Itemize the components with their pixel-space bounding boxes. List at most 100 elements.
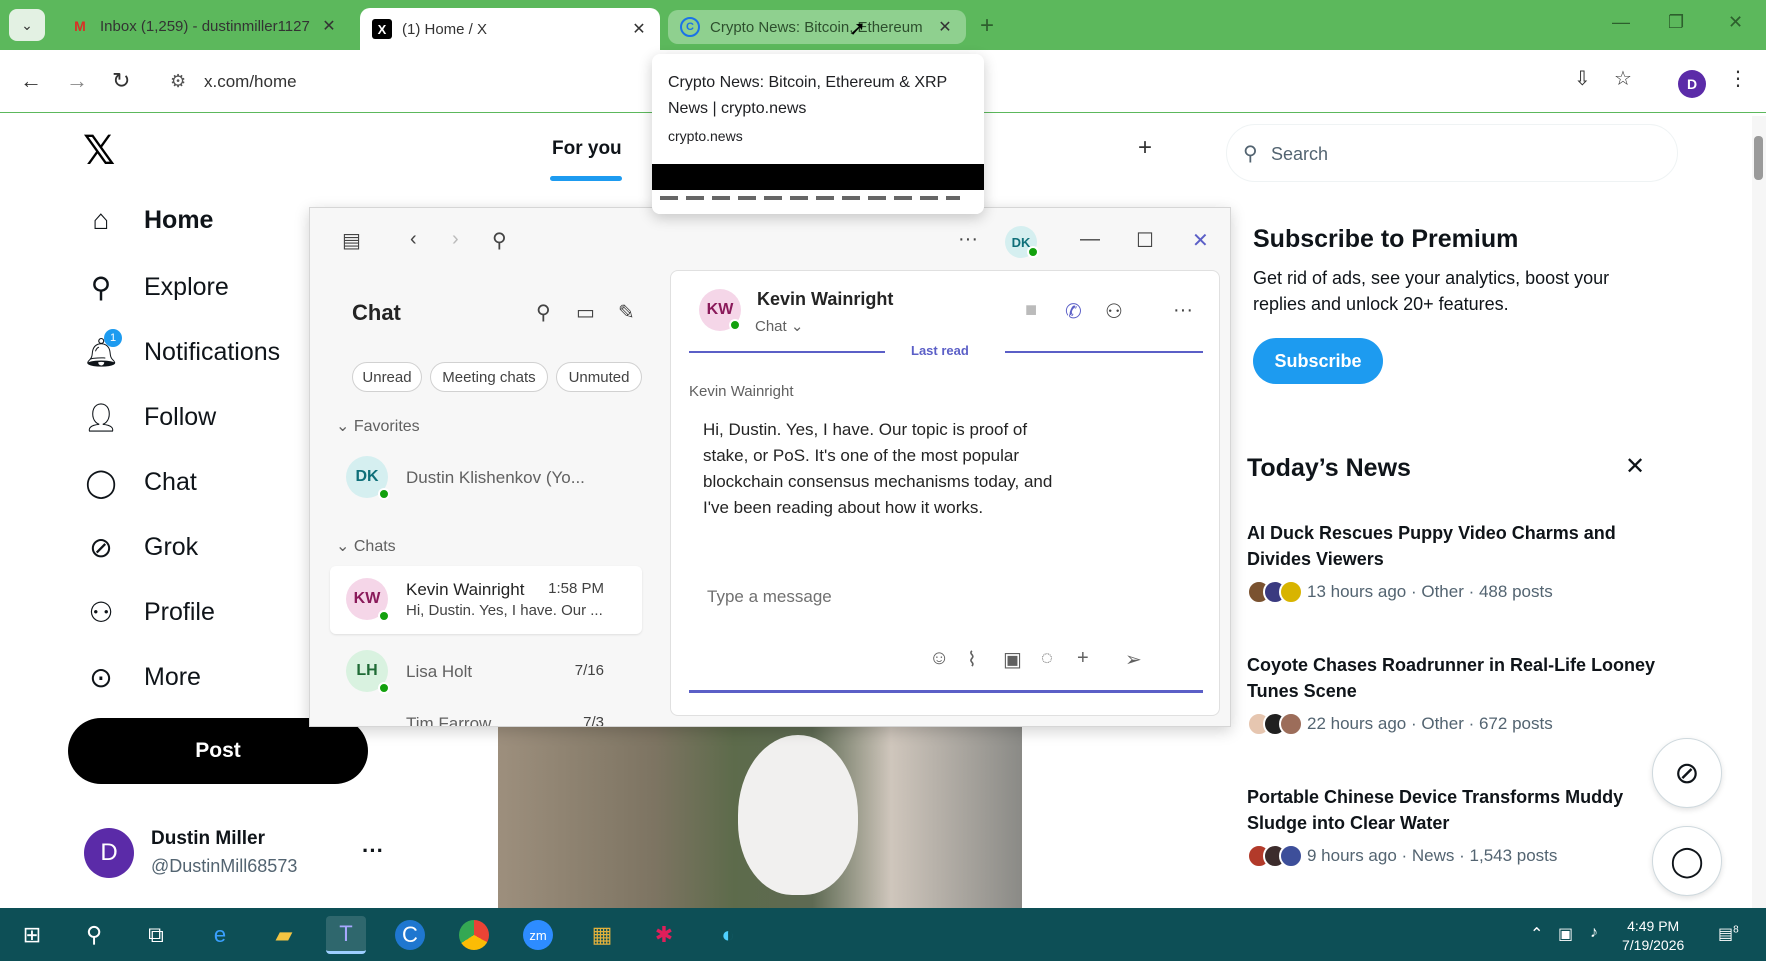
account-handle[interactable]: @DustinMill68573 [151,856,297,877]
forward-icon[interactable]: › [452,228,459,251]
tab-search-button[interactable]: ⌄ [9,9,45,41]
minimize-icon[interactable]: — [1080,228,1100,251]
chrome-icon[interactable] [454,916,494,954]
minimize-icon[interactable]: — [1612,12,1630,33]
close-news-icon[interactable]: ✕ [1625,452,1645,481]
nav-profile[interactable]: ⚇ Profile [84,595,214,629]
scrollbar-thumb[interactable] [1754,136,1763,180]
chats-section[interactable]: ⌄ Chats [336,536,396,556]
video-call-icon[interactable]: ■ [1025,299,1037,322]
url-text[interactable]: x.com/home [204,72,297,92]
add-people-icon[interactable]: ⚇ [1105,299,1123,324]
tray-chevron-icon[interactable]: ⌃ [1530,924,1543,944]
reload-icon[interactable]: ↻ [112,68,130,94]
news-item[interactable]: Coyote Chases Roadrunner in Real-Life Lo… [1247,652,1657,736]
search-chat-icon[interactable]: ⚲ [536,300,551,325]
chat-row-selected[interactable]: KW Kevin Wainright 1:58 PM Hi, Dustin. Y… [330,566,642,634]
c-app-icon[interactable]: C [390,916,430,954]
filter-unread[interactable]: Unread [352,362,422,392]
video-call-icon[interactable]: ▭ [576,300,595,325]
add-feed-icon[interactable]: + [1138,134,1152,162]
tab-x-home[interactable]: X (1) Home / X ✕ [360,8,660,50]
search-icon: ⚲ [1243,143,1258,165]
chat-row[interactable]: Tim Farrow 7/3 [330,708,642,726]
nav-explore[interactable]: ⚲ Explore [84,270,229,304]
browser-profile-avatar[interactable]: D [1678,70,1706,98]
page-scrollbar[interactable] [1752,116,1766,908]
conversation-tab-chat[interactable]: Chat ⌄ [755,317,803,335]
close-tab-icon[interactable]: ✕ [630,19,648,39]
add-icon[interactable]: + [1077,647,1089,670]
chat-row[interactable]: LH Lisa Holt 7/16 [330,638,642,706]
feed-post-image[interactable] [498,725,1022,910]
news-item[interactable]: AI Duck Rescues Puppy Video Charms and D… [1247,520,1657,604]
account-avatar[interactable]: D [84,828,134,878]
account-name[interactable]: Dustin Miller [151,828,265,850]
send-icon[interactable]: ➢ [1125,647,1142,672]
edge-icon[interactable]: e [200,916,240,954]
nav-more[interactable]: ⊙ More [84,660,201,694]
emoji-icon[interactable]: ☺ [929,647,949,670]
tab-for-you[interactable]: For you [552,138,622,160]
news-meta-text: 22 hours ago · Other · 672 posts [1307,714,1553,733]
install-app-icon[interactable]: ⇩ [1574,66,1591,91]
nav-grok[interactable]: ⊘ Grok [84,530,198,564]
network-icon[interactable]: ▣ [1558,924,1573,944]
message-bubble[interactable]: Hi, Dustin. Yes, I have. Our topic is pr… [689,405,1071,533]
back-icon[interactable]: ← [20,68,42,94]
x-logo[interactable]: 𝕏 [83,128,115,174]
file-explorer-icon[interactable]: ▰ [264,916,304,954]
more-options-icon[interactable]: ··· [1173,299,1193,322]
image-icon[interactable]: ▣ [1003,647,1022,672]
news-item[interactable]: Portable Chinese Device Transforms Muddy… [1247,784,1657,868]
nav-home[interactable]: ⌂ Home [84,203,214,237]
grok-float-button[interactable]: ⊘ [1652,738,1722,808]
slack-icon[interactable]: ✱ [644,916,684,954]
new-tab-button[interactable]: + [980,12,994,40]
back-icon[interactable]: ‹ [410,228,417,251]
site-info-icon[interactable]: ⚙ [170,71,186,92]
audio-call-icon[interactable]: ✆ [1065,299,1082,324]
app-wave-icon[interactable]: ◐ [708,916,748,954]
start-windows-icon[interactable]: ⊞ [12,916,52,954]
new-chat-icon[interactable]: ✎ [618,300,635,325]
message-compose-box[interactable]: Type a message ☺ ⌇ ▣ ◌ + ➢ [689,571,1203,693]
post-button[interactable]: Post [68,718,368,784]
close-window-icon[interactable]: ✕ [1728,12,1743,33]
restore-icon[interactable]: ❐ [1668,12,1684,33]
browser-menu-icon[interactable]: ⋮ [1728,66,1748,91]
winrar-icon[interactable]: ▦ [582,916,622,954]
forward-icon[interactable]: → [66,68,88,94]
account-more-icon[interactable]: ··· [362,838,384,864]
chat-row[interactable]: DK Dustin Klishenkov (Yo... [330,444,642,512]
search-icon[interactable]: ⚲ [74,916,114,954]
close-tab-icon[interactable]: ✕ [936,17,954,37]
more-options-icon[interactable]: ··· [958,228,978,251]
nav-chat[interactable]: ◯ Chat [84,465,196,499]
attach-icon[interactable]: ⌇ [967,647,977,672]
close-icon[interactable]: ✕ [1192,228,1209,253]
zoom-icon[interactable]: zm [518,916,558,954]
task-view-icon[interactable]: ⧉ [136,916,176,954]
sidebar-toggle-icon[interactable]: ▤ [342,228,361,253]
messages-float-button[interactable]: ◯ [1652,826,1722,896]
clock[interactable]: 4:49 PM 7/19/2026 [1622,917,1684,955]
tab-gmail[interactable]: M Inbox (1,259) - dustinmiller1127 ✕ [58,8,350,44]
subscribe-button[interactable]: Subscribe [1253,338,1383,384]
notification-center-icon[interactable]: ▤8 [1718,924,1739,944]
tab-crypto-news[interactable]: C Crypto News: Bitcoin, Ethereum ✕ [668,10,966,44]
nav-notifications[interactable]: 🔔︎ 1 Notifications [83,329,280,369]
teams-icon[interactable]: T [326,916,366,954]
nav-follow[interactable]: 👤︎ Follow [83,400,216,434]
volume-icon[interactable]: ♪ [1590,924,1598,942]
close-tab-icon[interactable]: ✕ [320,16,338,36]
search-input[interactable]: ⚲ Search [1226,124,1678,182]
favorites-section[interactable]: ⌄ Favorites [336,416,420,436]
filter-unmuted[interactable]: Unmuted [556,362,642,392]
filter-meeting-chats[interactable]: Meeting chats [430,362,548,392]
maximize-icon[interactable]: ☐ [1136,228,1154,253]
loop-icon[interactable]: ◌ [1041,647,1053,670]
search-icon[interactable]: ⚲ [492,228,507,253]
bookmark-star-icon[interactable]: ☆ [1614,66,1632,91]
conversation-name[interactable]: Kevin Wainright [757,289,893,310]
